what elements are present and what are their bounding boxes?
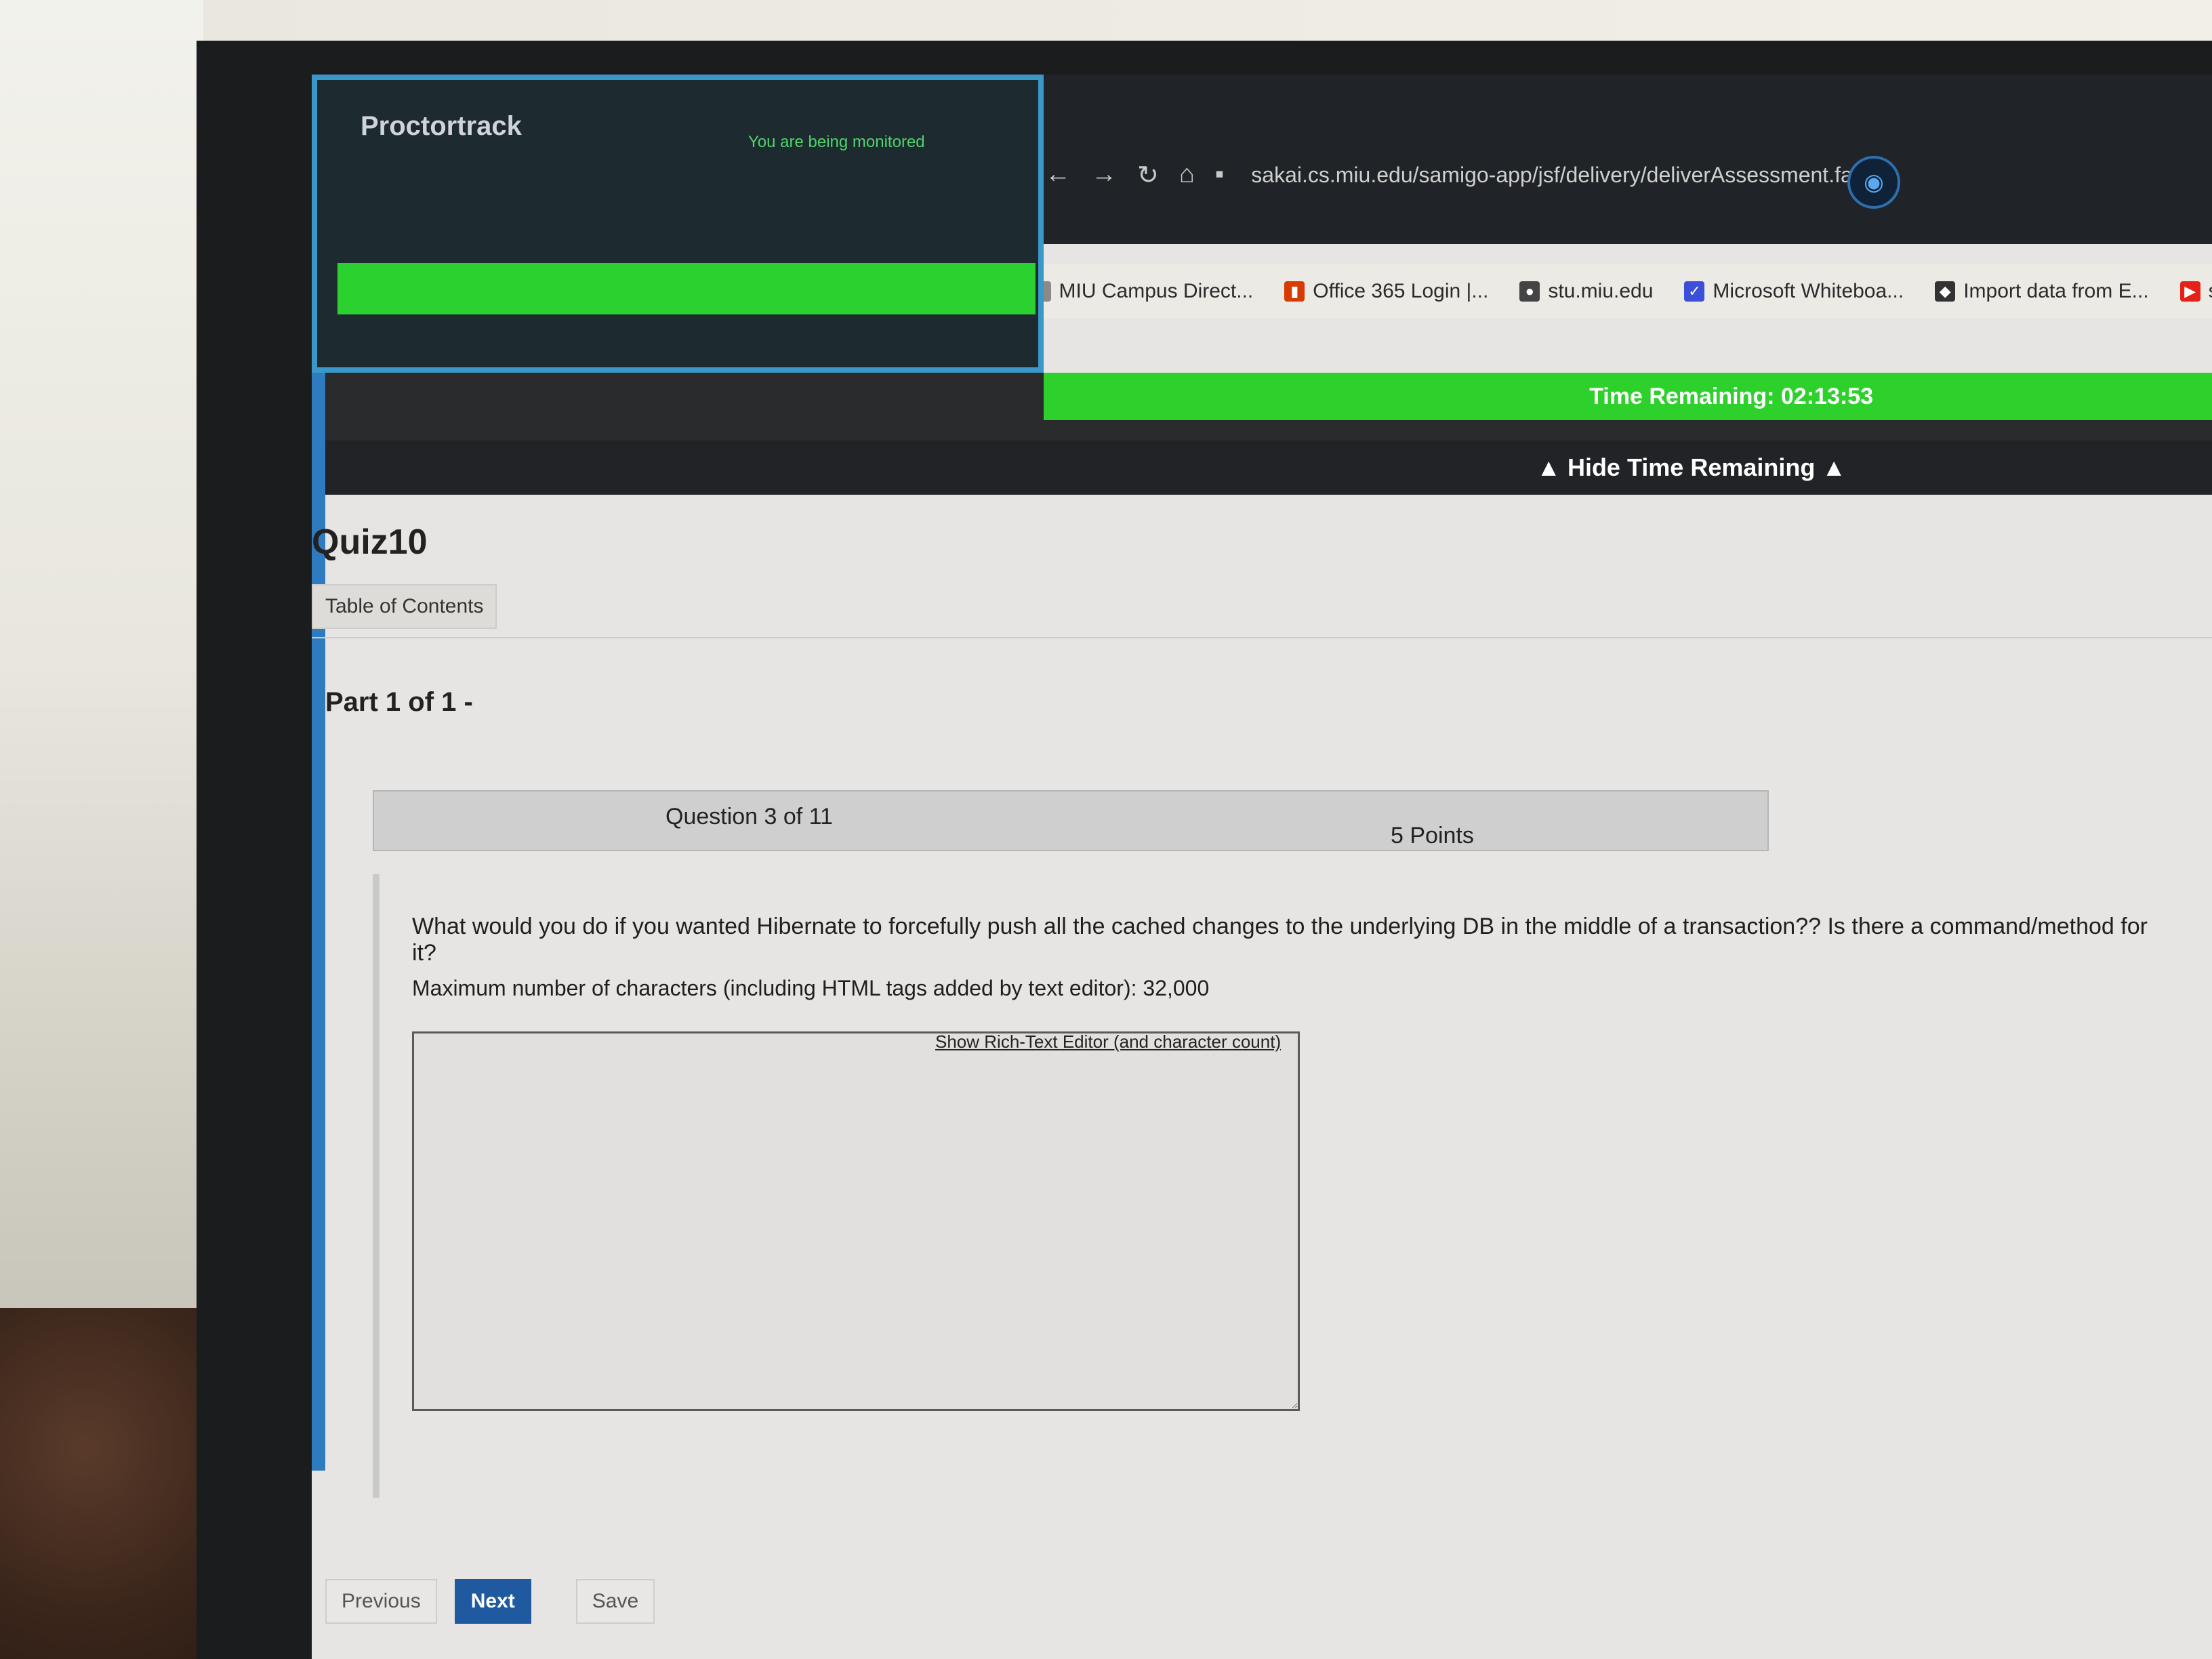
- next-button[interactable]: Next: [454, 1579, 531, 1624]
- monitoring-notice: You are being monitored: [748, 133, 925, 151]
- whiteboard-icon: ✓: [1684, 281, 1705, 302]
- proctor-eye-icon[interactable]: ◉: [1847, 156, 1900, 209]
- show-rich-text-editor-link[interactable]: Show Rich-Text Editor (and character cou…: [935, 1031, 1281, 1052]
- max-characters-note: Maximum number of characters (including …: [412, 976, 1210, 1000]
- question-number: Question 3 of 11: [665, 804, 833, 830]
- browser-toolbar: ← → ↻ ⌂ ▪ sakai.cs.miu.edu/samigo-app/js…: [1038, 75, 2212, 244]
- lock-icon: ▪: [1214, 159, 1225, 188]
- bookmark-item[interactable]: ● stu.miu.edu: [1519, 280, 1653, 303]
- forward-icon[interactable]: →: [1091, 160, 1117, 190]
- answer-textarea[interactable]: [412, 1031, 1300, 1411]
- url-row: ← → ↻ ⌂ ▪ sakai.cs.miu.edu/samigo-app/js…: [1045, 156, 1887, 194]
- part-heading: Part 1 of 1 -: [325, 687, 473, 717]
- reload-icon[interactable]: ↻: [1137, 160, 1159, 190]
- proctortrack-panel: Proctortrack You are being monitored: [312, 75, 1044, 373]
- divider: [312, 637, 2212, 638]
- previous-button[interactable]: Previous: [325, 1579, 437, 1624]
- globe-icon: ●: [1519, 281, 1540, 302]
- bookmark-label: spar: [2209, 280, 2212, 303]
- time-remaining-bar: Time Remaining: 02:13:53: [1044, 373, 2212, 420]
- import-icon: ◆: [1935, 281, 1956, 302]
- hide-timer-row: ▲ Hide Time Remaining ▲: [312, 441, 2212, 495]
- proctortrack-title: Proctortrack: [361, 111, 522, 141]
- page-title: Quiz10: [312, 523, 428, 562]
- address-bar[interactable]: sakai.cs.miu.edu/samigo-app/jsf/delivery…: [1251, 163, 1886, 188]
- office-icon: ▮: [1284, 281, 1305, 302]
- bookmark-item[interactable]: ✓ Microsoft Whiteboa...: [1684, 280, 1904, 303]
- question-left-rule: [373, 874, 380, 1498]
- nav-icons: ← → ↻ ⌂ ▪: [1045, 160, 1224, 190]
- question-points: 5 Points: [1391, 823, 1474, 848]
- bookmark-label: Office 365 Login |...: [1313, 280, 1489, 302]
- back-icon[interactable]: ←: [1045, 160, 1071, 190]
- save-button[interactable]: Save: [575, 1579, 655, 1624]
- bookmark-label: MIU Campus Direct...: [1059, 280, 1254, 302]
- question-text: What would you do if you wanted Hibernat…: [412, 914, 2148, 966]
- bookmark-item[interactable]: ▮ Office 365 Login |...: [1284, 280, 1488, 303]
- bookmark-item[interactable]: ◆ Import data from E...: [1935, 280, 2149, 303]
- proctor-status-bar: [337, 263, 1036, 314]
- bookmark-label: Microsoft Whiteboa...: [1713, 280, 1904, 302]
- home-icon[interactable]: ⌂: [1179, 160, 1195, 190]
- bookmark-label: stu.miu.edu: [1548, 280, 1654, 302]
- hide-time-remaining-button[interactable]: ▲ Hide Time Remaining ▲: [1536, 453, 1846, 482]
- table-of-contents-tab[interactable]: Table of Contents: [312, 584, 497, 629]
- bookmark-item[interactable]: ▯MIU Campus Direct...: [1030, 280, 1254, 303]
- screen: ← → ↻ ⌂ ▪ sakai.cs.miu.edu/samigo-app/js…: [312, 75, 2212, 1659]
- navigation-row: Previous Next Save: [325, 1579, 655, 1624]
- bookmark-item[interactable]: ▶ spar: [2179, 280, 2212, 303]
- question-header: Question 3 of 11 5 Points: [373, 790, 1769, 851]
- youtube-icon: ▶: [2179, 281, 2200, 302]
- time-remaining-text: Time Remaining: 02:13:53: [1589, 383, 1873, 409]
- bookmark-label: Import data from E...: [1963, 280, 2149, 302]
